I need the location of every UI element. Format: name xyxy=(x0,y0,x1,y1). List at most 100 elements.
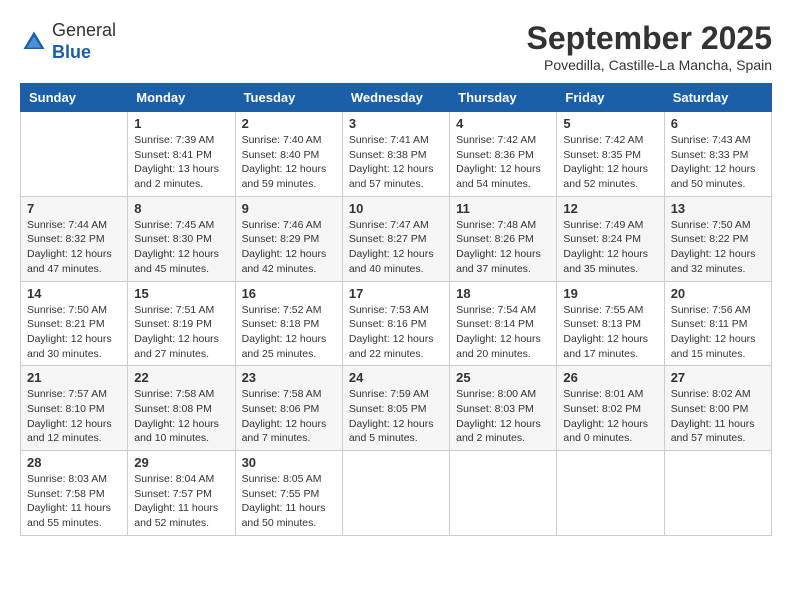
day-number: 15 xyxy=(134,286,228,301)
day-info: Sunrise: 7:40 AM Sunset: 8:40 PM Dayligh… xyxy=(242,133,336,192)
column-header-tuesday: Tuesday xyxy=(235,84,342,112)
calendar-week-row: 1 Sunrise: 7:39 AM Sunset: 8:41 PM Daylig… xyxy=(21,112,772,197)
day-number: 26 xyxy=(563,370,657,385)
day-number: 3 xyxy=(349,116,443,131)
calendar-cell: 28 Sunrise: 8:03 AM Sunset: 7:58 PM Dayli… xyxy=(21,451,128,536)
calendar-cell: 13Sunrise: 7:50 AM Sunset: 8:22 PM Dayli… xyxy=(664,196,771,281)
day-number: 14 xyxy=(27,286,121,301)
day-number: 10 xyxy=(349,201,443,216)
calendar-cell: 8 Sunrise: 7:45 AM Sunset: 8:30 PM Daylig… xyxy=(128,196,235,281)
day-number: 18 xyxy=(456,286,550,301)
calendar-cell: 5Sunrise: 7:42 AM Sunset: 8:35 PM Daylig… xyxy=(557,112,664,197)
day-number: 22 xyxy=(134,370,228,385)
day-number: 8 xyxy=(134,201,228,216)
day-number: 12 xyxy=(563,201,657,216)
day-info: Sunrise: 7:47 AM Sunset: 8:27 PM Dayligh… xyxy=(349,218,443,277)
day-info: Sunrise: 8:05 AM Sunset: 7:55 PM Dayligh… xyxy=(242,472,336,531)
day-info: Sunrise: 8:03 AM Sunset: 7:58 PM Dayligh… xyxy=(27,472,121,531)
calendar-cell: 2 Sunrise: 7:40 AM Sunset: 8:40 PM Daylig… xyxy=(235,112,342,197)
day-info: Sunrise: 7:41 AM Sunset: 8:38 PM Dayligh… xyxy=(349,133,443,192)
day-info: Sunrise: 7:55 AM Sunset: 8:13 PM Dayligh… xyxy=(563,303,657,362)
calendar-cell: 10 Sunrise: 7:47 AM Sunset: 8:27 PM Dayli… xyxy=(342,196,449,281)
day-info: Sunrise: 7:53 AM Sunset: 8:16 PM Dayligh… xyxy=(349,303,443,362)
day-number: 23 xyxy=(242,370,336,385)
day-info: Sunrise: 8:01 AM Sunset: 8:02 PM Dayligh… xyxy=(563,387,657,446)
calendar-cell: 6 Sunrise: 7:43 AM Sunset: 8:33 PM Daylig… xyxy=(664,112,771,197)
day-number: 24 xyxy=(349,370,443,385)
column-header-friday: Friday xyxy=(557,84,664,112)
calendar-cell: 27 Sunrise: 8:02 AM Sunset: 8:00 PM Dayli… xyxy=(664,366,771,451)
day-info: Sunrise: 7:42 AM Sunset: 8:35 PM Dayligh… xyxy=(563,133,657,192)
logo-text: General Blue xyxy=(52,20,116,63)
column-header-monday: Monday xyxy=(128,84,235,112)
location-subtitle: Povedilla, Castille-La Mancha, Spain xyxy=(527,57,772,73)
day-number: 25 xyxy=(456,370,550,385)
calendar-cell xyxy=(450,451,557,536)
calendar-week-row: 28 Sunrise: 8:03 AM Sunset: 7:58 PM Dayli… xyxy=(21,451,772,536)
day-info: Sunrise: 7:42 AM Sunset: 8:36 PM Dayligh… xyxy=(456,133,550,192)
calendar-cell: 14Sunrise: 7:50 AM Sunset: 8:21 PM Dayli… xyxy=(21,281,128,366)
logo: General Blue xyxy=(20,20,116,63)
day-number: 28 xyxy=(27,455,121,470)
calendar-cell: 7Sunrise: 7:44 AM Sunset: 8:32 PM Daylig… xyxy=(21,196,128,281)
day-number: 11 xyxy=(456,201,550,216)
day-info: Sunrise: 7:44 AM Sunset: 8:32 PM Dayligh… xyxy=(27,218,121,277)
calendar-cell: 26 Sunrise: 8:01 AM Sunset: 8:02 PM Dayli… xyxy=(557,366,664,451)
calendar-cell: 23 Sunrise: 7:58 AM Sunset: 8:06 PM Dayli… xyxy=(235,366,342,451)
column-header-wednesday: Wednesday xyxy=(342,84,449,112)
day-number: 1 xyxy=(134,116,228,131)
calendar-cell: 1 Sunrise: 7:39 AM Sunset: 8:41 PM Daylig… xyxy=(128,112,235,197)
day-number: 27 xyxy=(671,370,765,385)
calendar-cell xyxy=(21,112,128,197)
day-number: 9 xyxy=(242,201,336,216)
day-info: Sunrise: 7:58 AM Sunset: 8:08 PM Dayligh… xyxy=(134,387,228,446)
column-header-thursday: Thursday xyxy=(450,84,557,112)
day-info: Sunrise: 7:56 AM Sunset: 8:11 PM Dayligh… xyxy=(671,303,765,362)
month-year-title: September 2025 xyxy=(527,20,772,57)
calendar-week-row: 7Sunrise: 7:44 AM Sunset: 8:32 PM Daylig… xyxy=(21,196,772,281)
day-number: 2 xyxy=(242,116,336,131)
day-number: 16 xyxy=(242,286,336,301)
day-info: Sunrise: 7:39 AM Sunset: 8:41 PM Dayligh… xyxy=(134,133,228,192)
calendar-cell: 11 Sunrise: 7:48 AM Sunset: 8:26 PM Dayli… xyxy=(450,196,557,281)
day-number: 4 xyxy=(456,116,550,131)
day-info: Sunrise: 7:52 AM Sunset: 8:18 PM Dayligh… xyxy=(242,303,336,362)
day-number: 19 xyxy=(563,286,657,301)
day-number: 17 xyxy=(349,286,443,301)
calendar-week-row: 21 Sunrise: 7:57 AM Sunset: 8:10 PM Dayli… xyxy=(21,366,772,451)
title-block: September 2025 Povedilla, Castille-La Ma… xyxy=(527,20,772,73)
day-info: Sunrise: 7:58 AM Sunset: 8:06 PM Dayligh… xyxy=(242,387,336,446)
day-info: Sunrise: 7:54 AM Sunset: 8:14 PM Dayligh… xyxy=(456,303,550,362)
calendar-cell: 9Sunrise: 7:46 AM Sunset: 8:29 PM Daylig… xyxy=(235,196,342,281)
day-number: 21 xyxy=(27,370,121,385)
day-number: 6 xyxy=(671,116,765,131)
day-info: Sunrise: 7:57 AM Sunset: 8:10 PM Dayligh… xyxy=(27,387,121,446)
calendar-header-row: SundayMondayTuesdayWednesdayThursdayFrid… xyxy=(21,84,772,112)
calendar-cell: 17 Sunrise: 7:53 AM Sunset: 8:16 PM Dayli… xyxy=(342,281,449,366)
day-info: Sunrise: 7:48 AM Sunset: 8:26 PM Dayligh… xyxy=(456,218,550,277)
day-info: Sunrise: 7:51 AM Sunset: 8:19 PM Dayligh… xyxy=(134,303,228,362)
calendar-cell: 21 Sunrise: 7:57 AM Sunset: 8:10 PM Dayli… xyxy=(21,366,128,451)
logo-blue: Blue xyxy=(52,42,91,62)
day-number: 29 xyxy=(134,455,228,470)
day-info: Sunrise: 7:43 AM Sunset: 8:33 PM Dayligh… xyxy=(671,133,765,192)
day-info: Sunrise: 8:02 AM Sunset: 8:00 PM Dayligh… xyxy=(671,387,765,446)
day-info: Sunrise: 7:45 AM Sunset: 8:30 PM Dayligh… xyxy=(134,218,228,277)
calendar-week-row: 14Sunrise: 7:50 AM Sunset: 8:21 PM Dayli… xyxy=(21,281,772,366)
column-header-sunday: Sunday xyxy=(21,84,128,112)
calendar-cell: 4 Sunrise: 7:42 AM Sunset: 8:36 PM Daylig… xyxy=(450,112,557,197)
calendar-cell: 19 Sunrise: 7:55 AM Sunset: 8:13 PM Dayli… xyxy=(557,281,664,366)
calendar-cell: 24 Sunrise: 7:59 AM Sunset: 8:05 PM Dayli… xyxy=(342,366,449,451)
calendar-cell: 29Sunrise: 8:04 AM Sunset: 7:57 PM Dayli… xyxy=(128,451,235,536)
calendar-cell: 12 Sunrise: 7:49 AM Sunset: 8:24 PM Dayli… xyxy=(557,196,664,281)
calendar-cell: 18 Sunrise: 7:54 AM Sunset: 8:14 PM Dayli… xyxy=(450,281,557,366)
day-info: Sunrise: 7:59 AM Sunset: 8:05 PM Dayligh… xyxy=(349,387,443,446)
calendar-cell: 20Sunrise: 7:56 AM Sunset: 8:11 PM Dayli… xyxy=(664,281,771,366)
calendar-cell: 30 Sunrise: 8:05 AM Sunset: 7:55 PM Dayli… xyxy=(235,451,342,536)
column-header-saturday: Saturday xyxy=(664,84,771,112)
calendar-cell: 16 Sunrise: 7:52 AM Sunset: 8:18 PM Dayli… xyxy=(235,281,342,366)
day-info: Sunrise: 7:49 AM Sunset: 8:24 PM Dayligh… xyxy=(563,218,657,277)
calendar-cell xyxy=(664,451,771,536)
calendar-cell: 15 Sunrise: 7:51 AM Sunset: 8:19 PM Dayli… xyxy=(128,281,235,366)
day-number: 30 xyxy=(242,455,336,470)
